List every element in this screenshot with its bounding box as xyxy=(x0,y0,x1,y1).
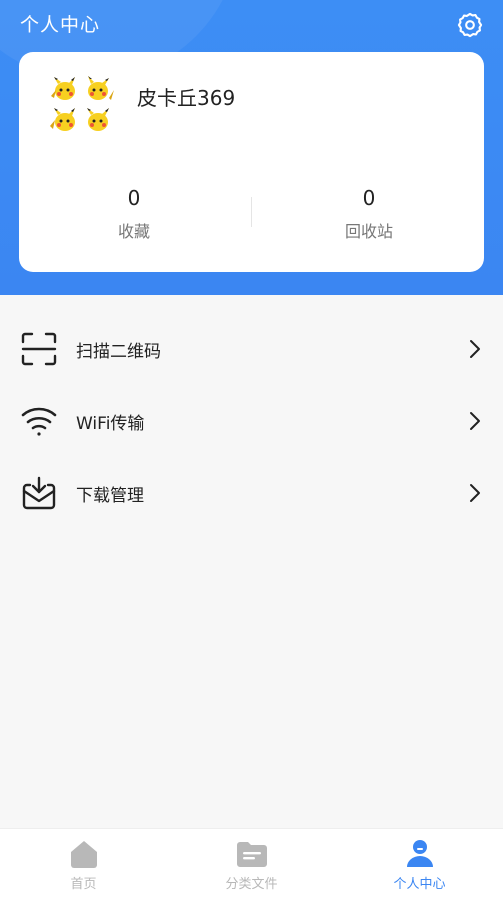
favorites-stat[interactable]: 0 收藏 xyxy=(19,186,249,242)
menu-item-label: WiFi传输 xyxy=(76,414,145,434)
pikachu-4 xyxy=(87,108,109,131)
tab-label: 个人中心 xyxy=(393,877,446,892)
menu-item-wifi-transfer[interactable]: WiFi传输 xyxy=(0,385,503,457)
recycle-bin-count: 0 xyxy=(362,186,376,210)
tab-category-files[interactable]: 分类文件 xyxy=(168,829,335,897)
page-title: 个人中心 xyxy=(20,14,101,36)
pikachu-2 xyxy=(88,76,114,100)
scan-icon xyxy=(21,332,57,366)
username: 皮卡丘369 xyxy=(137,86,236,110)
profile-card: 皮卡丘369 0 收藏 0 回收站 xyxy=(19,52,484,272)
recycle-bin-stat[interactable]: 0 回收站 xyxy=(254,186,484,242)
folder-icon xyxy=(237,842,267,867)
download-box-icon xyxy=(22,476,56,510)
profile-header: 个人中心 皮卡丘369 0 收藏 0 回收站 xyxy=(0,0,503,295)
pikachu-1 xyxy=(51,77,75,100)
bottom-tab-bar: 首页 分类文件 个人中心 xyxy=(0,828,503,897)
pikachu-avatar[interactable] xyxy=(49,76,115,138)
user-icon xyxy=(407,840,433,867)
menu-item-download-manager[interactable]: 下载管理 xyxy=(0,457,503,529)
chevron-right-icon xyxy=(470,412,480,430)
tab-label: 首页 xyxy=(70,877,97,892)
chevron-right-icon xyxy=(470,340,480,358)
stat-divider xyxy=(251,197,252,227)
favorites-count: 0 xyxy=(127,186,141,210)
tab-label: 分类文件 xyxy=(225,877,278,892)
settings-menu: 扫描二维码 WiFi传输 下载管理 xyxy=(0,313,503,529)
chevron-right-icon xyxy=(470,484,480,502)
favorites-label: 收藏 xyxy=(117,222,150,241)
menu-item-label: 下载管理 xyxy=(76,486,144,506)
menu-item-scan-qr[interactable]: 扫描二维码 xyxy=(0,313,503,385)
tab-profile[interactable]: 个人中心 xyxy=(336,829,503,897)
wifi-icon xyxy=(21,407,57,436)
menu-item-label: 扫描二维码 xyxy=(76,342,161,362)
pikachu-3 xyxy=(50,108,75,131)
recycle-bin-label: 回收站 xyxy=(344,222,393,241)
home-icon xyxy=(71,841,97,868)
gear-icon[interactable] xyxy=(456,11,484,39)
tab-home[interactable]: 首页 xyxy=(0,829,167,897)
